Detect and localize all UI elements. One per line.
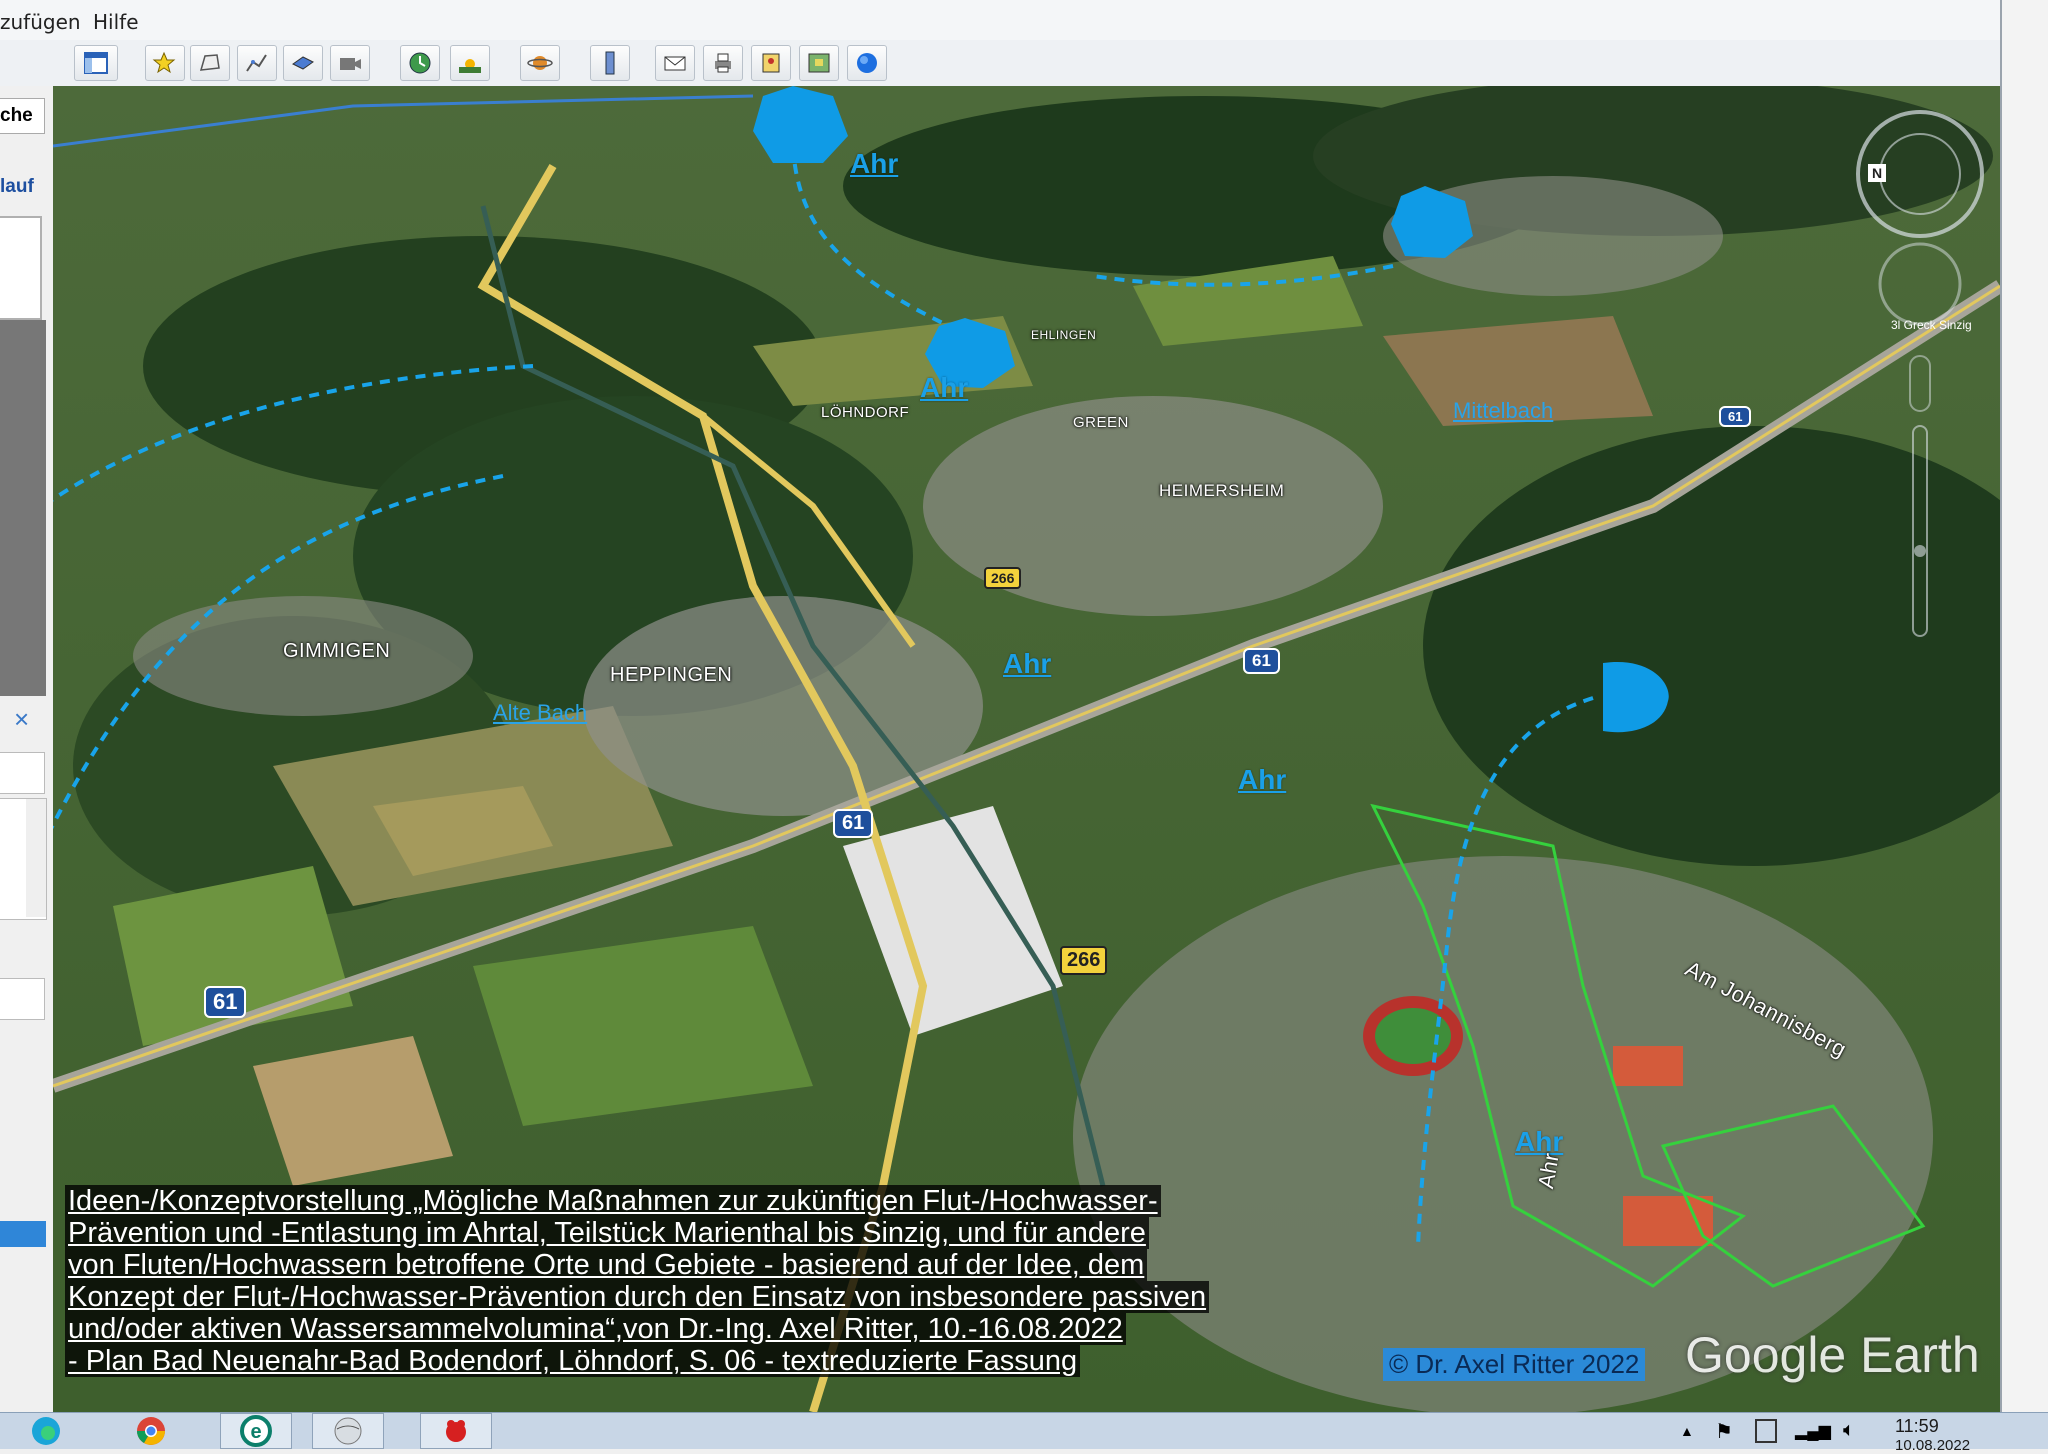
save-image-icon xyxy=(762,53,780,73)
app-taskbar-button[interactable] xyxy=(420,1413,492,1449)
route-shield-61: 61 xyxy=(1719,406,1752,427)
corner-place-label: 3l Greck Sinzig xyxy=(1891,318,1972,332)
compass-north-icon[interactable]: N xyxy=(1868,164,1886,182)
menu-item-insert[interactable]: zufügen xyxy=(0,10,81,34)
concept-caption: Ideen-/Konzeptvorstellung „Mögliche Maßn… xyxy=(65,1185,1365,1377)
sidebar-gray-panel xyxy=(0,320,46,696)
google-earth-logo: Google Earth xyxy=(1685,1327,1980,1383)
add-placemark-button[interactable] xyxy=(145,45,185,81)
sunlight-icon xyxy=(459,59,481,73)
record-tour-button[interactable] xyxy=(330,45,370,81)
caption-line: Konzept der Flut-/Hochwasser-Prävention … xyxy=(65,1281,1210,1313)
selected-layer-bar[interactable] xyxy=(0,1221,46,1247)
ie-taskbar-button[interactable]: e xyxy=(220,1413,292,1449)
window-right-border xyxy=(2000,0,2048,1412)
route-shield-61: 61 xyxy=(204,986,247,1018)
email-button[interactable] xyxy=(655,45,695,81)
clock-date: 10.08.2022 xyxy=(1895,1437,1971,1454)
save-image-button[interactable] xyxy=(751,45,791,81)
place-label-heppingen: HEPPINGEN xyxy=(610,664,733,686)
route-shield-266: 266 xyxy=(984,567,1022,589)
places-list[interactable] xyxy=(0,798,47,920)
print-button[interactable] xyxy=(703,45,743,81)
svg-text:e: e xyxy=(250,1421,261,1443)
record-tour-icon xyxy=(340,58,361,70)
add-path-icon xyxy=(246,54,267,72)
network-icon[interactable] xyxy=(1755,1419,1777,1443)
google-earth-taskbar-button[interactable] xyxy=(312,1413,384,1449)
ruler-button[interactable] xyxy=(590,45,630,81)
sunlight-button[interactable] xyxy=(450,45,490,81)
tour-label: lauf xyxy=(0,176,34,197)
places-field[interactable] xyxy=(0,752,45,794)
sidebar-panel-icon xyxy=(84,52,108,74)
sidebar-toggle-button[interactable] xyxy=(74,45,118,81)
historical-imagery-icon xyxy=(409,52,431,74)
menu-bar: zufügen Hilfe xyxy=(0,0,2000,41)
taskbar-clock[interactable]: 11:59 10.08.2022 xyxy=(1895,1416,1970,1454)
add-image-overlay-icon xyxy=(292,56,314,70)
close-icon[interactable]: × xyxy=(14,704,29,735)
caption-line: - Plan Bad Neuenahr-Bad Bodendorf, Löhnd… xyxy=(65,1345,1081,1377)
toolbar xyxy=(0,40,2000,87)
earth-globe-button[interactable] xyxy=(847,45,887,81)
earth-map-view[interactable]: N 3l Greck Sinzig GIMMIGEN HEPPINGEN HEI… xyxy=(53,86,2000,1412)
chrome-icon xyxy=(137,1417,165,1445)
tray-expand-icon[interactable]: ▲ xyxy=(1680,1423,1694,1439)
route-shield-266: 266 xyxy=(1060,946,1108,975)
caption-line: und/oder aktiven Wassersammelvolumina“,v… xyxy=(65,1313,1126,1345)
edge-taskbar-button[interactable] xyxy=(10,1413,82,1449)
historical-imagery-button[interactable] xyxy=(400,45,440,81)
copyright-label: © Dr. Axel Ritter 2022 xyxy=(1383,1348,1646,1381)
app-red-icon xyxy=(446,1420,466,1442)
email-icon xyxy=(664,56,686,71)
add-polygon-icon xyxy=(199,54,220,71)
stream-label-alte-bach: Alte Bach xyxy=(493,700,588,725)
river-label-ahr-2: Ahr xyxy=(920,372,969,403)
left-sidebar: che lauf × xyxy=(0,86,54,1412)
signal-icon[interactable]: ▂▄▆ xyxy=(1795,1421,1831,1441)
add-path-button[interactable] xyxy=(237,45,277,81)
place-label-lohndorf: LÖHNDORF xyxy=(821,404,910,421)
flag-icon[interactable]: ⚑ xyxy=(1715,1419,1733,1444)
river-label-ahr-4: Ahr xyxy=(1238,764,1287,795)
place-label-heimersheim: HEIMERSHEIM xyxy=(1159,481,1285,500)
view-in-maps-button[interactable] xyxy=(799,45,839,81)
add-polygon-button[interactable] xyxy=(190,45,230,81)
earth-globe-icon xyxy=(857,53,877,73)
edge-icon xyxy=(32,1417,60,1445)
clock-time: 11:59 xyxy=(1895,1416,1939,1436)
taskbar: e ▲ ⚑ ▂▄▆ 🔈︎ 11:59 10.08.2022 xyxy=(0,1412,2048,1454)
caption-line: von Fluten/Hochwassern betroffene Orte u… xyxy=(65,1249,1148,1281)
route-shield-61: 61 xyxy=(1243,648,1280,674)
route-shield-61: 61 xyxy=(833,809,874,838)
search-button[interactable]: che xyxy=(0,98,45,134)
search-results-box[interactable] xyxy=(0,216,42,320)
print-icon xyxy=(715,53,731,73)
layers-field[interactable] xyxy=(0,978,45,1020)
place-label-ehlingen: EHLINGEN xyxy=(1031,328,1097,342)
river-label-ahr-3: Ahr xyxy=(1003,648,1052,679)
volume-icon[interactable]: 🔈︎ xyxy=(1843,1419,1855,1442)
menu-item-help[interactable]: Hilfe xyxy=(93,10,139,34)
caption-line: Ideen-/Konzeptvorstellung „Mögliche Maßn… xyxy=(65,1185,1161,1217)
ruler-icon xyxy=(605,51,615,75)
chrome-taskbar-button[interactable] xyxy=(115,1413,187,1449)
place-label-gimmigen: GIMMIGEN xyxy=(283,640,391,662)
caption-line: Prävention und -Entlastung im Ahrtal, Te… xyxy=(65,1217,1149,1249)
switch-planet-icon xyxy=(527,56,553,70)
google-earth-icon xyxy=(334,1417,362,1445)
places-scrollbar[interactable] xyxy=(26,799,46,917)
place-label-green: GREEN xyxy=(1073,414,1129,431)
add-placemark-icon xyxy=(152,51,176,74)
add-image-overlay-button[interactable] xyxy=(283,45,323,81)
switch-planet-button[interactable] xyxy=(520,45,560,81)
river-label-ahr-1: Ahr xyxy=(850,148,899,179)
ie-edge-icon: e xyxy=(240,1415,272,1447)
stream-label-mittelbach: Mittelbach xyxy=(1453,398,1554,423)
view-in-maps-icon xyxy=(808,53,830,73)
